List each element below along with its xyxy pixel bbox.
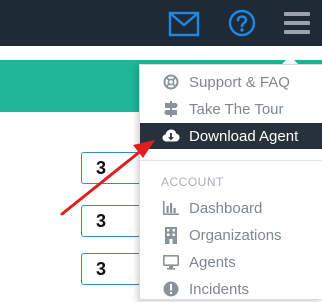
dropdown-caret — [282, 56, 298, 64]
menu-item-label: Support & FAQ — [189, 73, 290, 91]
menu-item-label: Take The Tour — [189, 100, 284, 118]
menu-section-header: ACCOUNT — [161, 175, 224, 189]
menu-item-take-the-tour[interactable]: Take The Tour — [140, 96, 322, 122]
signpost-icon — [162, 100, 180, 118]
top-navbar — [0, 0, 322, 46]
menu-item-download-agent[interactable]: Download Agent — [140, 123, 322, 149]
alert-circle-icon — [162, 280, 180, 298]
building-icon — [162, 226, 180, 244]
menu-item-organizations[interactable]: Organizations — [140, 222, 322, 248]
cloud-download-icon — [162, 127, 180, 145]
menu-item-support-faq[interactable]: Support & FAQ — [140, 69, 322, 95]
number-input[interactable]: 3 — [81, 152, 143, 184]
menu-item-agents[interactable]: Agents — [140, 249, 322, 275]
dropdown-menu: Support & FAQ Take The Tour Download Age… — [139, 64, 322, 300]
menu-item-label: Dashboard — [189, 199, 263, 217]
menu-item-label: Download Agent — [189, 127, 299, 145]
hamburger-menu-icon[interactable] — [284, 12, 310, 34]
menu-item-label: Agents — [189, 253, 236, 271]
menu-item-incidents[interactable]: Incidents — [140, 276, 322, 302]
menu-divider — [140, 160, 322, 161]
bar-chart-icon — [162, 199, 180, 217]
mail-icon[interactable] — [168, 11, 200, 37]
help-icon[interactable] — [228, 9, 256, 37]
menu-item-dashboard[interactable]: Dashboard — [140, 195, 322, 221]
monitor-icon — [162, 253, 180, 271]
menu-item-label: Incidents — [189, 280, 250, 298]
menu-item-label: Organizations — [189, 226, 282, 244]
lifebuoy-icon — [162, 73, 180, 91]
number-input[interactable]: 3 — [81, 253, 143, 285]
number-input[interactable]: 3 — [81, 205, 143, 237]
